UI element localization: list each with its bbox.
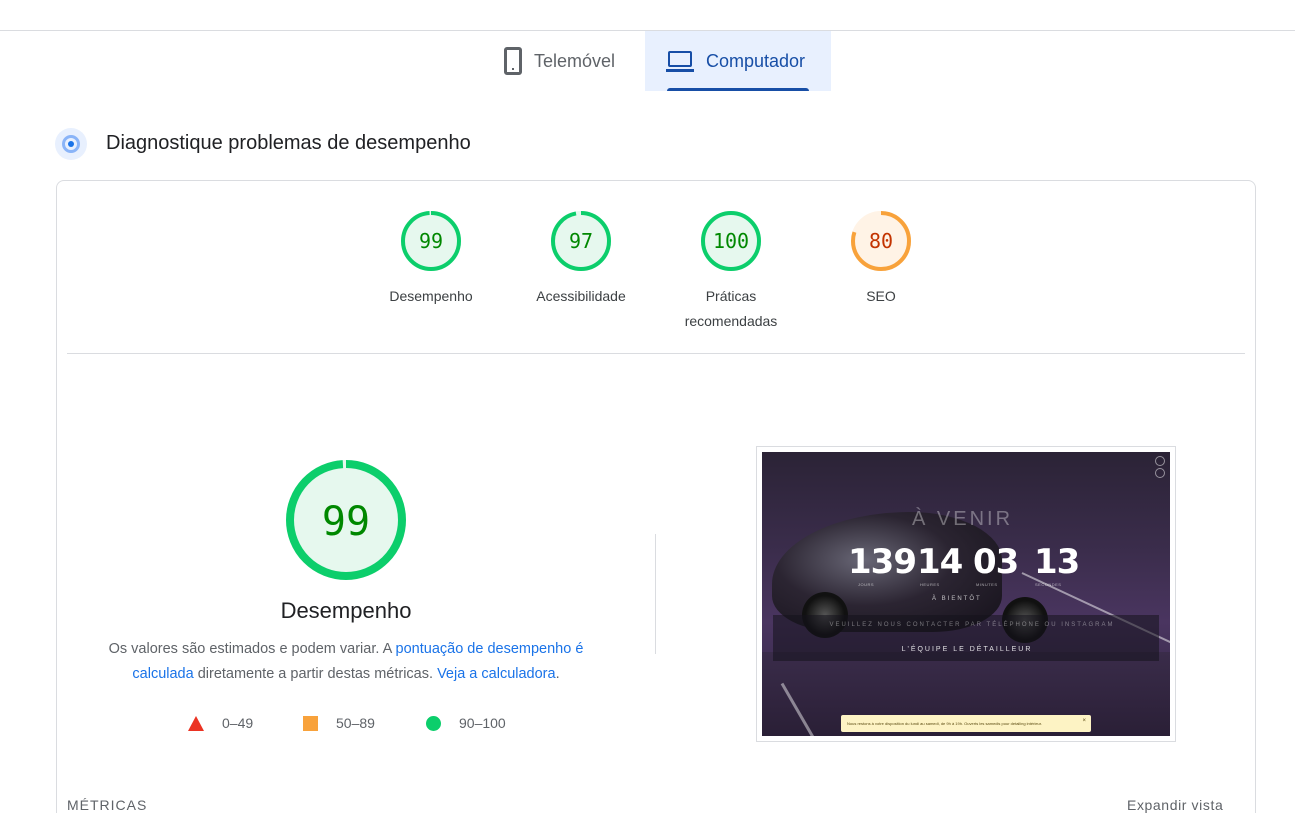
gauge-accessibility-value: 97 [569, 229, 593, 253]
countdown-seconds: 13 [1034, 542, 1080, 582]
card-divider [67, 353, 1245, 354]
vertical-separator [655, 534, 656, 654]
score-gauge-accessibility[interactable]: 97 Acessibilidade [521, 210, 641, 309]
description-text-3: . [555, 666, 560, 682]
main-performance-gauge: 99 [286, 460, 406, 580]
screenshot-notice-banner: Nous restons à votre disposition du lund… [841, 715, 1091, 732]
screenshot-signature: L'ÉQUIPE LE DÉTAILLEUR [901, 646, 1033, 653]
countdown-hours: 14 [917, 542, 963, 582]
main-performance-title: Desempenho [280, 598, 412, 623]
orange-square-icon [303, 715, 318, 731]
gauge-accessibility-ring: 97 [551, 211, 611, 271]
countdown-caption: HEURES [920, 582, 940, 587]
countdown-days: 139 [848, 542, 917, 582]
screenshot-subtitle: À BIENTÔT [932, 596, 982, 602]
gauge-best-practices-label: Práticas recomendadas [671, 284, 791, 334]
facebook-icon [1155, 456, 1165, 466]
gauge-accessibility-label: Acessibilidade [536, 288, 626, 304]
gauge-best-practices-ring: 100 [701, 211, 761, 271]
gauge-seo-value: 80 [869, 229, 893, 253]
score-gauge-performance[interactable]: 99 Desempenho [371, 210, 491, 309]
expand-view-toggle[interactable]: Expandir vista [1127, 797, 1223, 813]
phone-icon [504, 47, 522, 75]
screenshot-message: VEUILLEZ NOUS CONTACTER PAR TÉLÉPHONE OU… [829, 622, 1115, 628]
gauge-performance-value: 99 [419, 229, 443, 253]
countdown-minutes: 03 [973, 542, 1019, 582]
calculator-link[interactable]: Veja a calculadora [437, 666, 556, 682]
gauge-best-practices-label-line2: recomendadas [684, 313, 778, 329]
score-gauge-seo[interactable]: 80 SEO [821, 210, 941, 309]
legend-good: 90–100 [426, 712, 506, 734]
tab-mobile-label: Telemóvel [534, 50, 616, 71]
tab-mobile[interactable]: Telemóvel [490, 31, 645, 91]
gauge-seo-ring: 80 [851, 211, 911, 271]
countdown-caption: MINUTES [976, 582, 998, 587]
laptop-icon [666, 50, 694, 72]
description-text-2: diretamente a partir destas métricas. [193, 666, 438, 682]
gauge-best-practices-value: 100 [713, 229, 749, 253]
green-circle-icon [426, 715, 441, 731]
gauge-seo-label: SEO [866, 288, 896, 304]
screenshot-heading: À VENIR [912, 508, 1014, 530]
section-title: Diagnostique problemas de desempenho [106, 132, 471, 154]
gauge-performance-ring: 99 [401, 211, 461, 271]
score-gauge-best-practices[interactable]: 100 Práticas recomendadas [671, 210, 791, 334]
legend-good-range: 90–100 [459, 715, 506, 731]
diagnose-icon [55, 128, 87, 160]
gauge-performance-label: Desempenho [389, 288, 473, 304]
legend-poor: 0–49 [188, 712, 253, 734]
legend-average-range: 50–89 [336, 715, 375, 731]
notice-text: Nous restons à votre disposition du lund… [847, 721, 1042, 726]
legend-average: 50–89 [303, 712, 375, 734]
gauge-best-practices-label-line1: Práticas [705, 288, 757, 304]
countdown-caption: JOURS [858, 582, 875, 587]
description-text-1: Os valores são estimados e podem variar.… [108, 641, 396, 657]
tab-active-indicator [667, 88, 809, 91]
instagram-icon [1155, 468, 1165, 478]
countdown-caption: SECONDES [1035, 582, 1062, 587]
notice-close-icon: × [1082, 718, 1086, 724]
final-screenshot[interactable]: À VENIR 139 14 03 13 JOURS HEURES MINUTE… [762, 452, 1170, 736]
red-triangle-icon [188, 715, 204, 731]
score-description: Os valores são estimados e podem variar.… [96, 637, 596, 687]
tab-desktop[interactable]: Computador [645, 31, 831, 91]
metrics-heading: MÉTRICAS [67, 797, 148, 813]
main-performance-value: 99 [322, 499, 370, 545]
legend-poor-range: 0–49 [222, 715, 254, 731]
tab-desktop-label: Computador [706, 50, 806, 71]
